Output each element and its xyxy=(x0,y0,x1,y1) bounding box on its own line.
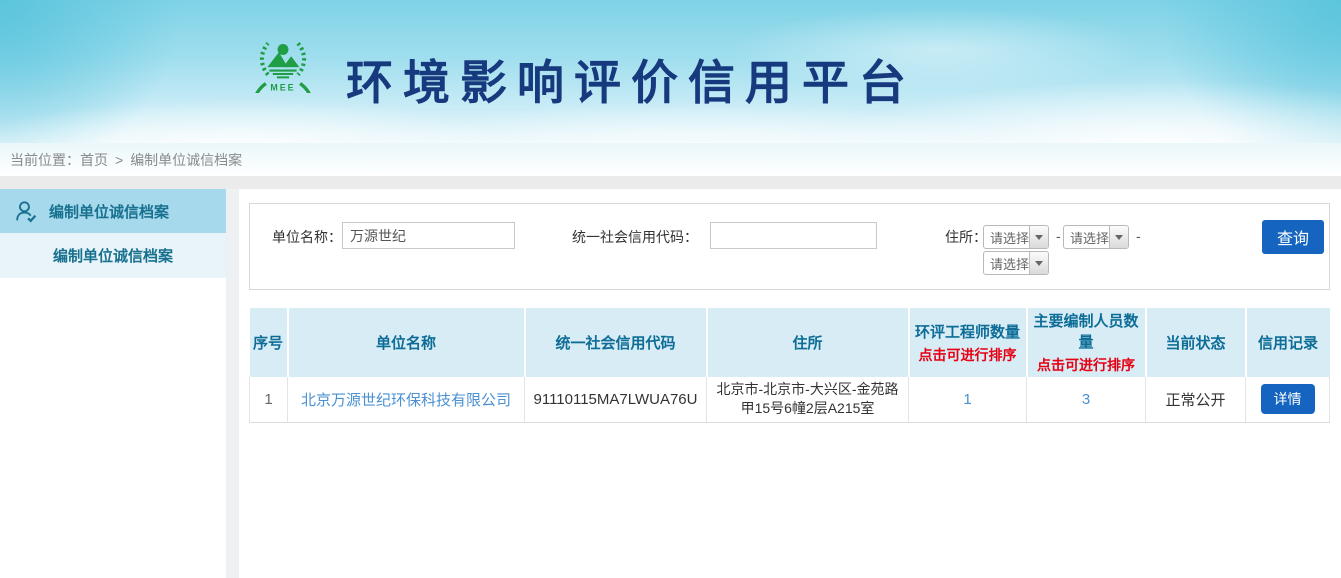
table-row: 1 北京万源世纪环保科技有限公司 91110115MA7LWUA76U 北京市-… xyxy=(250,377,1330,422)
breadcrumb-prefix: 当前位置： xyxy=(10,150,80,170)
site-title: 环境影响评价信用平台 xyxy=(346,44,916,113)
sidebar-item-label: 编制单位诚信档案 xyxy=(49,201,169,222)
page: MEE 环境影响评价信用平台 当前位置： 首页 > 编制单位诚信档案 编制单位诚… xyxy=(0,0,1341,578)
header-address: 住所 xyxy=(707,308,909,377)
sidebar: 编制单位诚信档案 编制单位诚信档案 xyxy=(0,189,226,578)
header-credit-code: 统一社会信用代码 xyxy=(525,308,707,377)
header-staff-count-sort[interactable]: 主要编制人员数量 点击可进行排序 xyxy=(1027,308,1146,377)
cell-engineer-count: 1 xyxy=(909,377,1027,422)
chevron-down-icon[interactable] xyxy=(1029,226,1048,248)
cell-status: 正常公开 xyxy=(1146,377,1246,422)
detail-button[interactable]: 详情 xyxy=(1261,384,1315,414)
unit-name-label: 单位名称： xyxy=(272,227,342,247)
cell-staff-count: 3 xyxy=(1027,377,1146,422)
query-button[interactable]: 查询 xyxy=(1262,220,1324,254)
search-panel: 单位名称： 统一社会信用代码： 住所： 请选择 - 请选择 - 请选择 xyxy=(249,203,1330,290)
district-select-value: 请选择 xyxy=(984,252,1029,274)
sidebar-subitem-credit-archive[interactable]: 编制单位诚信档案 xyxy=(0,233,226,278)
sidebar-item-credit-archive[interactable]: 编制单位诚信档案 xyxy=(0,189,226,233)
city-select[interactable]: 请选择 xyxy=(1063,225,1129,249)
city-select-value: 请选择 xyxy=(1064,226,1109,248)
engineer-count-link[interactable]: 1 xyxy=(963,391,971,408)
site-banner: MEE 环境影响评价信用平台 xyxy=(0,0,1341,143)
cell-credit-record: 详情 xyxy=(1246,377,1330,422)
sidebar-subitem-label: 编制单位诚信档案 xyxy=(53,245,173,266)
sidebar-gutter xyxy=(226,189,239,578)
chevron-down-icon[interactable] xyxy=(1029,252,1048,274)
mee-logo-icon: MEE xyxy=(249,25,317,93)
dash-separator: - xyxy=(1136,228,1141,244)
cell-address: 北京市-北京市-大兴区-金苑路甲15号6幢2层A215室 xyxy=(707,377,909,422)
district-select[interactable]: 请选择 xyxy=(983,251,1049,275)
breadcrumb-home-link[interactable]: 首页 xyxy=(80,150,108,170)
sort-hint[interactable]: 点击可进行排序 xyxy=(910,345,1026,365)
breadcrumb-separator: > xyxy=(115,152,123,168)
logo-text: MEE xyxy=(270,82,295,92)
credit-code-input[interactable] xyxy=(710,222,877,249)
breadcrumb-current: 编制单位诚信档案 xyxy=(130,150,242,170)
header-credit-record: 信用记录 xyxy=(1246,308,1330,377)
main-content: 单位名称： 统一社会信用代码： 住所： 请选择 - 请选择 - 请选择 xyxy=(239,189,1341,578)
province-select-value: 请选择 xyxy=(984,226,1029,248)
dash-separator: - xyxy=(1056,228,1061,244)
address-label: 住所： xyxy=(945,227,987,247)
divider-strip xyxy=(0,176,1341,189)
company-link[interactable]: 北京万源世纪环保科技有限公司 xyxy=(301,392,511,409)
table-header-row: 序号 单位名称 统一社会信用代码 住所 环评工程师数量 点击可进行排序 主要编制… xyxy=(250,308,1330,377)
staff-count-link[interactable]: 3 xyxy=(1082,391,1090,408)
user-check-icon xyxy=(13,199,38,224)
header-engineer-count-sort[interactable]: 环评工程师数量 点击可进行排序 xyxy=(909,308,1027,377)
sort-hint[interactable]: 点击可进行排序 xyxy=(1028,355,1145,375)
header-index: 序号 xyxy=(250,308,288,377)
credit-code-label: 统一社会信用代码： xyxy=(572,227,698,247)
cell-index: 1 xyxy=(250,377,288,422)
breadcrumb: 当前位置： 首页 > 编制单位诚信档案 xyxy=(0,143,1341,176)
province-select[interactable]: 请选择 xyxy=(983,225,1049,249)
cell-unit-name: 北京万源世纪环保科技有限公司 xyxy=(288,377,525,422)
chevron-down-icon[interactable] xyxy=(1109,226,1128,248)
header-status: 当前状态 xyxy=(1146,308,1246,377)
unit-name-input[interactable] xyxy=(342,222,515,249)
results-table: 序号 单位名称 统一社会信用代码 住所 环评工程师数量 点击可进行排序 主要编制… xyxy=(249,308,1330,423)
header-unit-name: 单位名称 xyxy=(288,308,525,377)
cell-credit-code: 91110115MA7LWUA76U xyxy=(525,377,707,422)
